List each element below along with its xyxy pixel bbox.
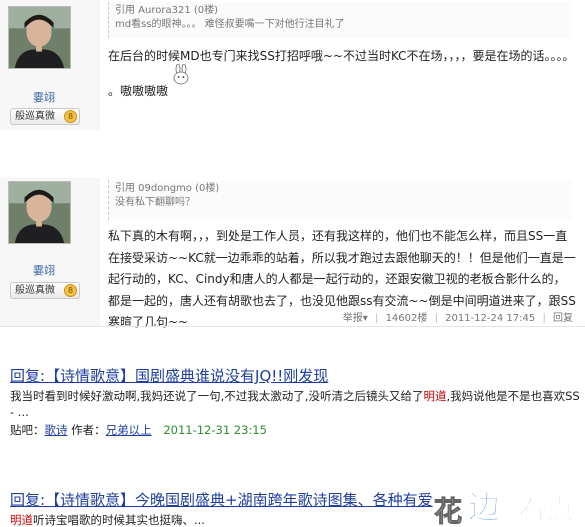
username[interactable]: 霎翊 (0, 262, 88, 278)
quote-block: 引用 Aurora321 (0楼) md看ss的眼神。。。 难怪叔要嘴一下对他行… (108, 2, 572, 38)
snippet-highlight: 明道 (423, 389, 447, 403)
snippet-highlight: 明道 (10, 513, 33, 527)
result-title-link[interactable]: 回复:【诗情歌意】国剧盛典谁说没有JQ!!刚发现 (10, 367, 580, 386)
post-meta: 举报▾ | 14602楼 | 2011-12-24 17:45 | 回复 (343, 309, 573, 324)
snippet-text: 听诗宝唱歌的时候其实也挺嗨、... (33, 513, 205, 527)
result-date: 2011-12-31 23:15 (163, 423, 267, 437)
forum-post-1: 霎翊 般巡真微 8 引用 Aurora321 (0楼) md看ss的眼神。。。 … (0, 0, 585, 130)
quote-header: 引用 09dongmo (0楼) (115, 183, 220, 194)
username[interactable]: 霎翊 (0, 89, 88, 105)
forum-post-2: 霎翊 般巡真微 8 引用 09dongmo (0楼) 没有私下翻聊吗？ 私下真的… (0, 178, 585, 329)
watermark-text: 边 (467, 488, 501, 527)
result-snippet: 我当时看到时候好激动啊,我妈还说了一句,不过我太激动了,没听清之后镜头又给了明道… (10, 388, 580, 420)
divider: | (542, 313, 546, 324)
quote-header: 引用 Aurora321 (0楼) (115, 5, 219, 16)
rank-badge: 般巡真微 8 (10, 108, 80, 125)
reply-link[interactable]: 回复 (553, 313, 573, 324)
rank-badge: 般巡真微 8 (10, 282, 80, 299)
report-link[interactable]: 举报 (343, 313, 363, 324)
result-info: 贴吧：歌诗 作者：兄弟以上 2011-12-31 23:15 (10, 421, 580, 439)
quote-body: 没有私下翻聊吗？ (115, 197, 195, 208)
post-content-line: 。嗷嗷嗷嗷 (108, 84, 169, 98)
author-label: 作者： (71, 423, 106, 437)
divider: | (375, 313, 379, 324)
watermark-text: 花 (433, 495, 463, 527)
avatar[interactable] (8, 181, 71, 244)
divider: | (434, 313, 438, 324)
watermark-logo: 花 边 看点 (432, 474, 582, 527)
post-datetime: 2011-12-24 17:45 (445, 313, 536, 324)
watermark-text: 看点 (517, 493, 575, 527)
author-link[interactable]: 兄弟以上 (106, 423, 152, 437)
floor-number: 14602楼 (385, 313, 428, 324)
search-result: 回复:【诗情歌意】国剧盛典谁说没有JQ!!刚发现 我当时看到时候好激动啊,我妈还… (10, 367, 580, 439)
medal-icon: 8 (64, 110, 77, 123)
rank-label: 般巡真微 (15, 111, 55, 122)
medal-icon: 8 (64, 284, 77, 297)
quote-block: 引用 09dongmo (0楼) 没有私下翻聊吗？ (108, 180, 572, 220)
bunny-emoticon-icon (173, 64, 189, 85)
chevron-down-icon[interactable]: ▾ (363, 313, 368, 324)
rank-label: 般巡真微 (15, 285, 55, 296)
forum-link[interactable]: 歌诗 (45, 423, 68, 437)
avatar[interactable] (8, 6, 71, 69)
snippet-text: 我当时看到时候好激动啊,我妈还说了一句,不过我太激动了,没听清之后镜头又给了 (10, 389, 424, 403)
divider (0, 326, 585, 327)
quote-body: md看ss的眼神。。。 难怪叔要嘴一下对他行注目礼了 (115, 19, 345, 30)
forum-label: 贴吧： (10, 423, 45, 437)
